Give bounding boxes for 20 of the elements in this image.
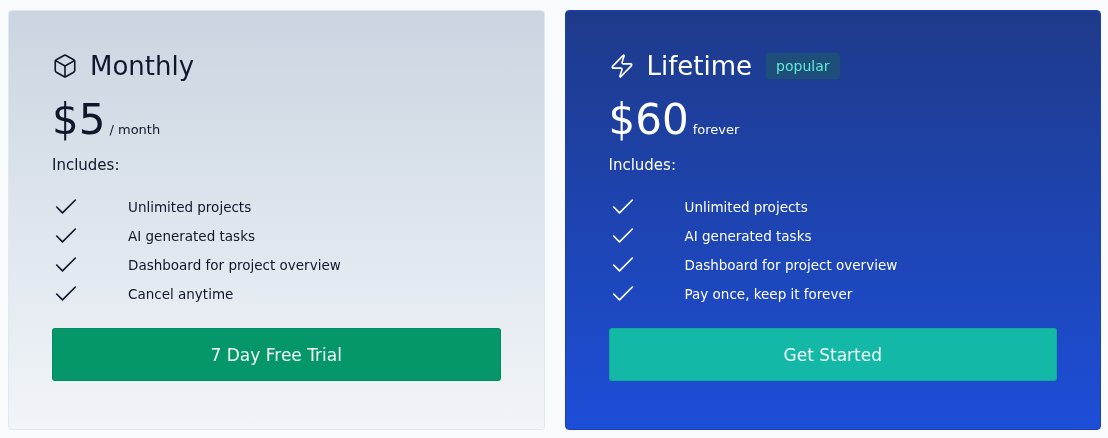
feature-text: Cancel anytime bbox=[128, 285, 234, 302]
feature-text: Unlimited projects bbox=[684, 198, 808, 215]
plan-title: Lifetime bbox=[646, 51, 753, 81]
popular-badge: popular bbox=[766, 53, 840, 79]
price-period: forever bbox=[692, 122, 740, 137]
plan-button[interactable]: Get Started bbox=[608, 328, 1057, 381]
plan-button[interactable]: 7 Day Free Trial bbox=[52, 328, 501, 381]
includes-label: Includes: bbox=[608, 156, 677, 174]
feature-text: Dashboard for project overview bbox=[684, 256, 898, 273]
plan-price: $60 bbox=[608, 95, 689, 144]
feature-text: AI generated tasks bbox=[128, 227, 255, 244]
feature-text: Unlimited projects bbox=[128, 198, 252, 215]
plan-price: $5 bbox=[52, 95, 106, 144]
feature-text: Pay once, keep it forever bbox=[684, 285, 853, 302]
price-period: / month bbox=[109, 122, 161, 137]
feature-text: AI generated tasks bbox=[684, 227, 812, 244]
plan-title: Monthly bbox=[90, 51, 195, 81]
feature-text: Dashboard for project overview bbox=[128, 256, 341, 273]
cube-icon bbox=[52, 53, 78, 79]
includes-label: Includes: bbox=[52, 156, 121, 174]
